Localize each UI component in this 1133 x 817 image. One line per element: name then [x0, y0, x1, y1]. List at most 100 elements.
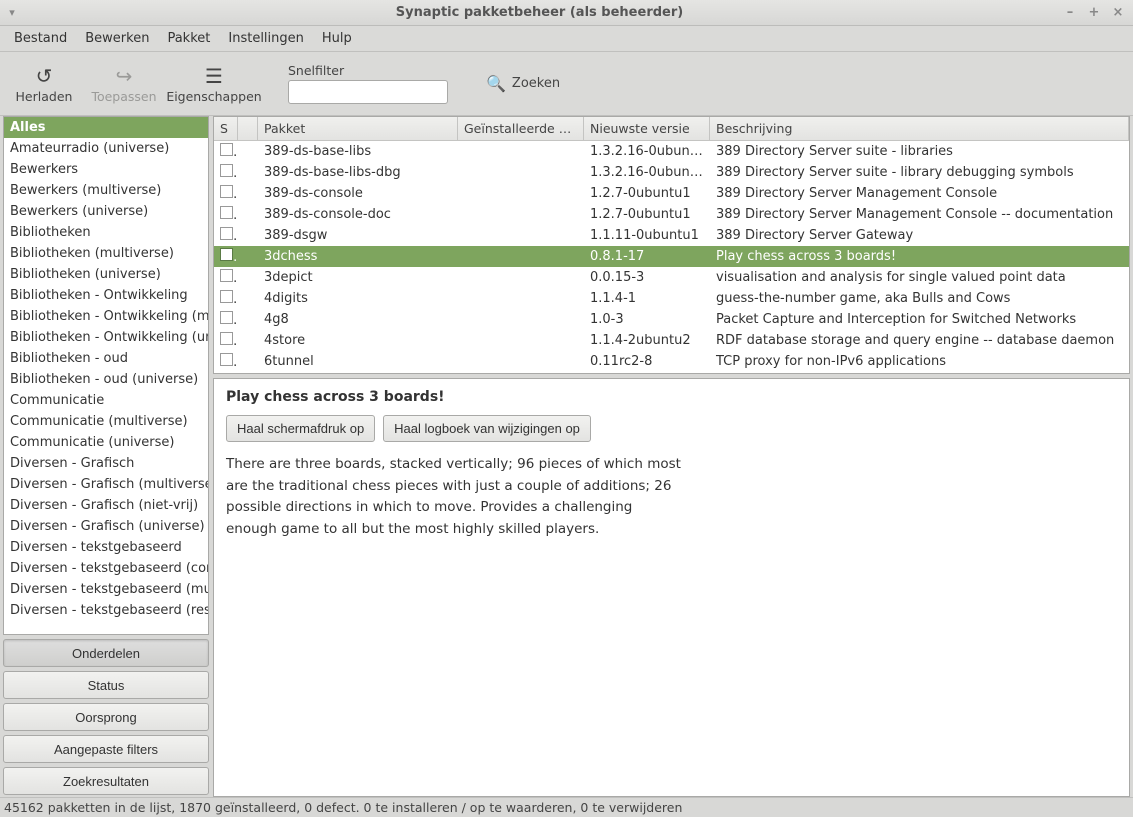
search-button[interactable]: 🔍 Zoeken: [486, 74, 560, 93]
header-installed[interactable]: Geïnstalleerde versie: [458, 117, 584, 140]
category-item[interactable]: Diversen - tekstgebaseerd (contrib): [4, 558, 208, 579]
status-checkbox[interactable]: [220, 248, 233, 261]
category-item[interactable]: Bibliotheken - oud: [4, 348, 208, 369]
menu-hulp[interactable]: Hulp: [314, 28, 360, 49]
package-details: Play chess across 3 boards! Haal scherma…: [213, 378, 1130, 797]
cell-description: guess-the-number game, aka Bulls and Cow…: [710, 291, 1129, 306]
reload-button[interactable]: ↺ Herladen: [8, 61, 80, 106]
cell-package: 389-ds-base-libs: [258, 144, 458, 159]
cell-description: Play chess across 3 boards!: [710, 249, 1129, 264]
category-item[interactable]: Bewerkers (universe): [4, 201, 208, 222]
header-newest[interactable]: Nieuwste versie: [584, 117, 710, 140]
cell-package: 389-ds-console-doc: [258, 207, 458, 222]
cell-package: 389-dsgw: [258, 228, 458, 243]
search-results-button[interactable]: Zoekresultaten: [3, 767, 209, 795]
category-item[interactable]: Bibliotheken - Ontwikkeling (multiverse): [4, 306, 208, 327]
cell-description: visualisation and analysis for single va…: [710, 270, 1129, 285]
category-list[interactable]: AllesAmateurradio (universe)BewerkersBew…: [3, 116, 209, 635]
menu-pakket[interactable]: Pakket: [159, 28, 218, 49]
cell-package: 4digits: [258, 291, 458, 306]
cell-newest: 0.0.15-3: [584, 270, 710, 285]
custom-filters-button[interactable]: Aangepaste filters: [3, 735, 209, 763]
cell-description: TCP proxy for non-IPv6 applications: [710, 354, 1129, 369]
category-item[interactable]: Diversen - Grafisch (niet-vrij): [4, 495, 208, 516]
quickfilter-input[interactable]: [288, 80, 448, 104]
category-item[interactable]: Amateurradio (universe): [4, 138, 208, 159]
category-item[interactable]: Bewerkers (multiverse): [4, 180, 208, 201]
status-checkbox[interactable]: [220, 143, 233, 156]
table-row[interactable]: 389-ds-console-doc1.2.7-0ubuntu1389 Dire…: [214, 204, 1129, 225]
category-item[interactable]: Bibliotheken: [4, 222, 208, 243]
table-row[interactable]: 389-ds-base-libs-dbg1.3.2.16-0ubuntu1389…: [214, 162, 1129, 183]
window-title: Synaptic pakketbeheer (als beheerder): [24, 5, 1055, 20]
properties-button[interactable]: ☰ Eigenschappen: [168, 61, 260, 106]
table-row[interactable]: 4digits1.1.4-1guess-the-number game, aka…: [214, 288, 1129, 309]
table-row[interactable]: 4g81.0-3Packet Capture and Interception …: [214, 309, 1129, 330]
menu-bewerken[interactable]: Bewerken: [77, 28, 157, 49]
category-item[interactable]: Diversen - Grafisch (universe): [4, 516, 208, 537]
table-row[interactable]: 3depict0.0.15-3visualisation and analysi…: [214, 267, 1129, 288]
table-row[interactable]: 4store1.1.4-2ubuntu2RDF database storage…: [214, 330, 1129, 351]
window-menu-icon[interactable]: ▾: [0, 6, 24, 19]
category-item[interactable]: Alles: [4, 117, 208, 138]
reload-label: Herladen: [16, 89, 73, 104]
table-row[interactable]: 389-dsgw1.1.11-0ubuntu1389 Directory Ser…: [214, 225, 1129, 246]
maximize-icon[interactable]: +: [1087, 5, 1101, 20]
cell-package: 389-ds-console: [258, 186, 458, 201]
package-table[interactable]: S Pakket Geïnstalleerde versie Nieuwste …: [213, 116, 1130, 374]
status-checkbox[interactable]: [220, 164, 233, 177]
status-checkbox[interactable]: [220, 353, 233, 366]
header-icon[interactable]: [238, 117, 258, 140]
header-description[interactable]: Beschrijving: [710, 117, 1129, 140]
menu-bestand[interactable]: Bestand: [6, 28, 75, 49]
table-row[interactable]: 389-ds-base-libs1.3.2.16-0ubuntu1389 Dir…: [214, 141, 1129, 162]
category-item[interactable]: Diversen - tekstgebaseerd (multiverse): [4, 579, 208, 600]
category-item[interactable]: Diversen - tekstgebaseerd: [4, 537, 208, 558]
status-checkbox[interactable]: [220, 290, 233, 303]
status-button[interactable]: Status: [3, 671, 209, 699]
category-item[interactable]: Diversen - Grafisch (multiverse): [4, 474, 208, 495]
category-item[interactable]: Bibliotheken (multiverse): [4, 243, 208, 264]
header-status[interactable]: S: [214, 117, 238, 140]
category-item[interactable]: Diversen - Grafisch: [4, 453, 208, 474]
table-row[interactable]: 3dchess0.8.1-17Play chess across 3 board…: [214, 246, 1129, 267]
cell-package: 4g8: [258, 312, 458, 327]
sections-button[interactable]: Onderdelen: [3, 639, 209, 667]
category-item[interactable]: Communicatie (multiverse): [4, 411, 208, 432]
status-checkbox[interactable]: [220, 185, 233, 198]
table-row[interactable]: 389-ds-console1.2.7-0ubuntu1389 Director…: [214, 183, 1129, 204]
get-changelog-button[interactable]: Haal logboek van wijzigingen op: [383, 415, 591, 442]
category-item[interactable]: Communicatie (universe): [4, 432, 208, 453]
category-item[interactable]: Bibliotheken - Ontwikkeling (universe): [4, 327, 208, 348]
properties-icon: ☰: [205, 63, 223, 89]
status-checkbox[interactable]: [220, 311, 233, 324]
origin-button[interactable]: Oorsprong: [3, 703, 209, 731]
category-item[interactable]: Communicatie: [4, 390, 208, 411]
status-checkbox[interactable]: [220, 332, 233, 345]
table-row[interactable]: 6tunnel0.11rc2-8TCP proxy for non-IPv6 a…: [214, 351, 1129, 372]
cell-description: 389 Directory Server suite - library deb…: [710, 165, 1129, 180]
search-icon: 🔍: [486, 74, 506, 93]
status-checkbox[interactable]: [220, 227, 233, 240]
cell-description: 389 Directory Server Management Console: [710, 186, 1129, 201]
cell-package: 6tunnel: [258, 354, 458, 369]
get-screenshot-button[interactable]: Haal schermafdruk op: [226, 415, 375, 442]
minimize-icon[interactable]: –: [1063, 5, 1077, 20]
cell-newest: 1.3.2.16-0ubuntu1: [584, 144, 710, 159]
apply-icon: ↪: [116, 63, 133, 89]
statusbar: 45162 pakketten in de lijst, 1870 geïnst…: [0, 797, 1133, 817]
category-item[interactable]: Diversen - tekstgebaseerd (restricted): [4, 600, 208, 621]
category-item[interactable]: Bibliotheken - Ontwikkeling: [4, 285, 208, 306]
close-icon[interactable]: ×: [1111, 5, 1125, 20]
cell-description: 389 Directory Server Management Console …: [710, 207, 1129, 222]
search-label: Zoeken: [512, 76, 560, 91]
category-item[interactable]: Bibliotheken - oud (universe): [4, 369, 208, 390]
header-package[interactable]: Pakket: [258, 117, 458, 140]
properties-label: Eigenschappen: [166, 89, 261, 104]
category-item[interactable]: Bibliotheken (universe): [4, 264, 208, 285]
menu-instellingen[interactable]: Instellingen: [220, 28, 312, 49]
status-checkbox[interactable]: [220, 206, 233, 219]
status-checkbox[interactable]: [220, 269, 233, 282]
cell-package: 389-ds-base-libs-dbg: [258, 165, 458, 180]
category-item[interactable]: Bewerkers: [4, 159, 208, 180]
